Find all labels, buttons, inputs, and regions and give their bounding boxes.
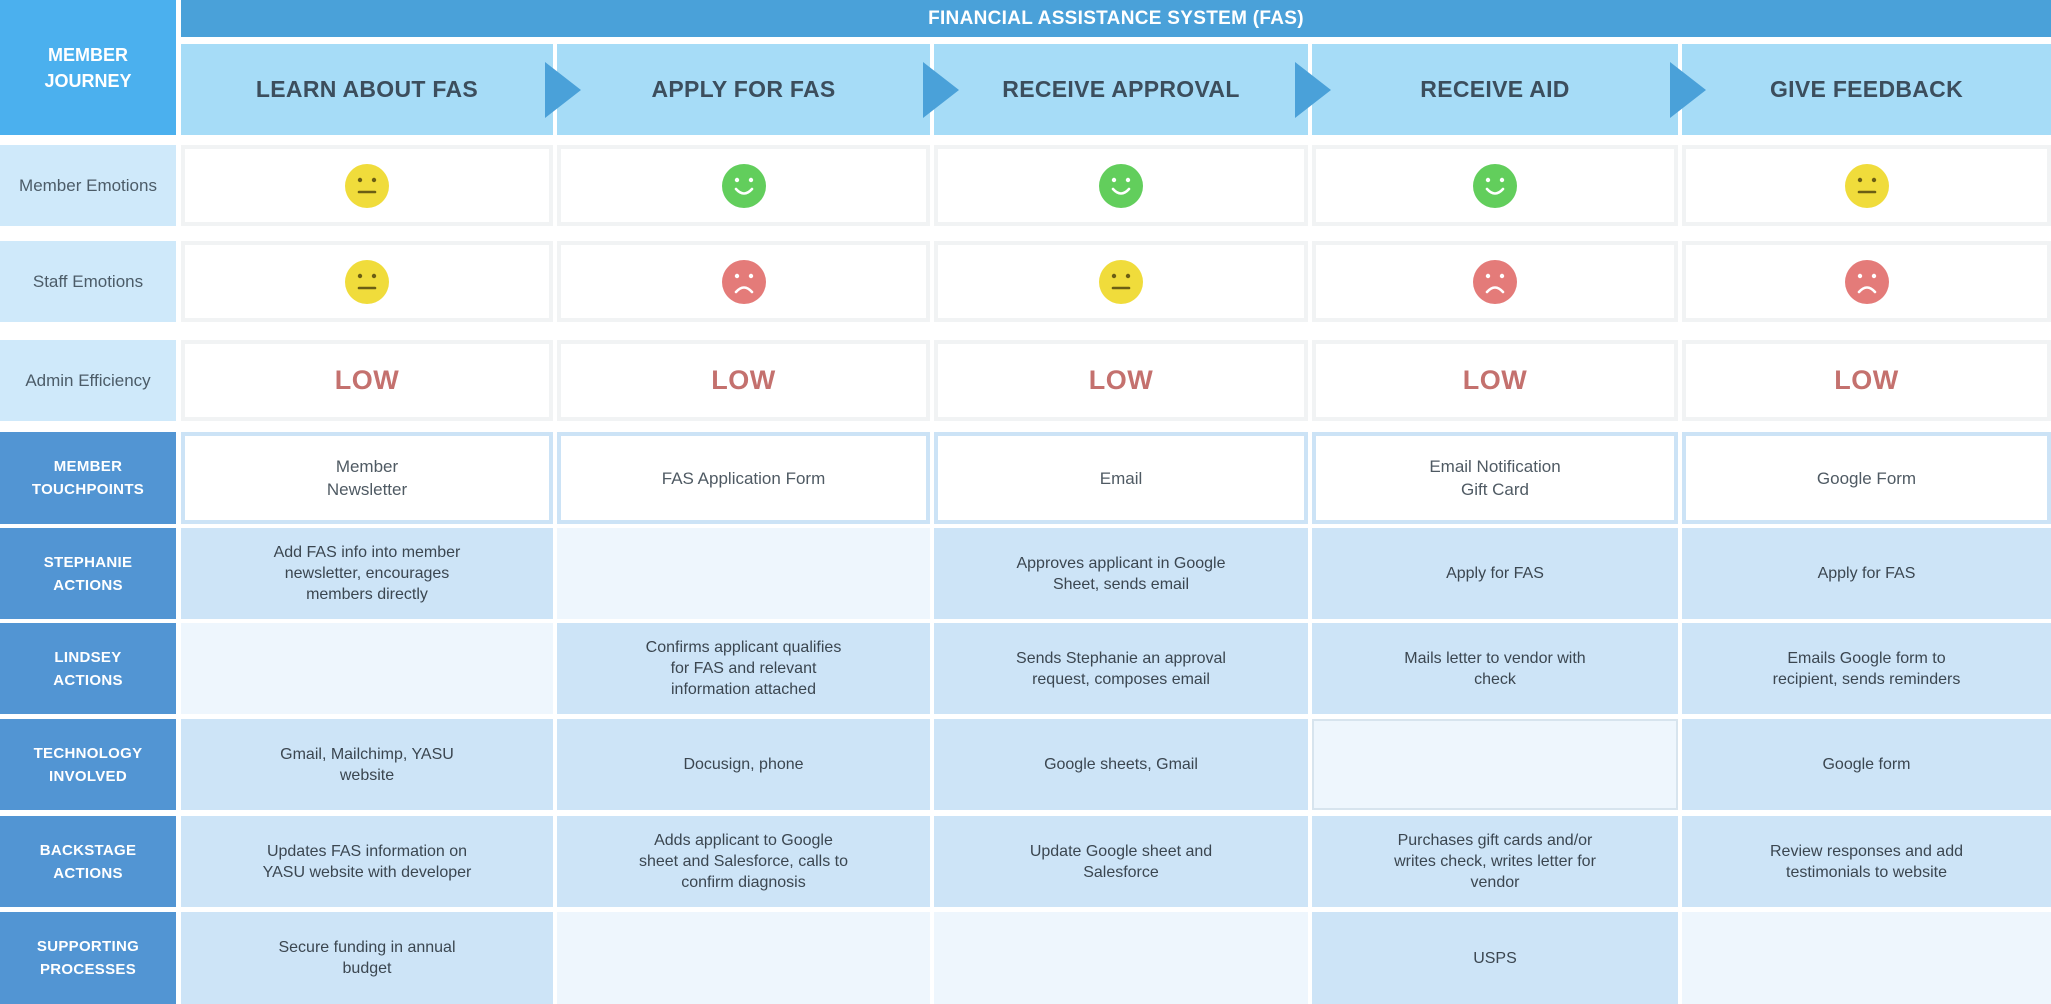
emotion-cell bbox=[181, 241, 553, 322]
touchpoint-cell: Google Form bbox=[1682, 432, 2051, 524]
action-cell bbox=[1312, 719, 1678, 810]
action-cell: Adds applicant to Google sheet and Salesf… bbox=[557, 816, 930, 907]
action-cell: Review responses and add testimonials to … bbox=[1682, 816, 2051, 907]
stage-header: GIVE FEEDBACK bbox=[1682, 44, 2051, 135]
action-cell bbox=[181, 623, 553, 714]
action-cell: Sends Stephanie an approval request, comp… bbox=[934, 623, 1308, 714]
action-cell: Apply for FAS bbox=[1312, 528, 1678, 619]
stage-arrow-icon bbox=[545, 62, 581, 118]
stage-header: RECEIVE AID bbox=[1312, 44, 1678, 135]
neutral-face-icon bbox=[1844, 163, 1889, 208]
row-label-technology-involved: TECHNOLOGY INVOLVED bbox=[0, 719, 176, 810]
emotion-cell bbox=[934, 145, 1308, 226]
stage-header: APPLY FOR FAS bbox=[557, 44, 930, 135]
emotion-cell bbox=[557, 241, 930, 322]
action-cell bbox=[557, 528, 930, 619]
neutral-face-icon bbox=[345, 163, 389, 208]
happy-face-icon bbox=[1473, 163, 1517, 208]
stage-header: RECEIVE APPROVAL bbox=[934, 44, 1308, 135]
touchpoint-cell: Email bbox=[934, 432, 1308, 524]
action-cell: Mails letter to vendor with check bbox=[1312, 623, 1678, 714]
action-cell: Add FAS info into member newsletter, enco… bbox=[181, 528, 553, 619]
neutral-face-icon bbox=[345, 259, 389, 304]
row-label-staff-emotions: Staff Emotions bbox=[0, 241, 176, 322]
action-cell: Purchases gift cards and/or writes check,… bbox=[1312, 816, 1678, 907]
touchpoint-cell: FAS Application Form bbox=[557, 432, 930, 524]
stage-arrow-icon bbox=[1670, 62, 1706, 118]
action-cell bbox=[557, 912, 930, 1004]
row-label-backstage-actions: BACKSTAGE ACTIONS bbox=[0, 816, 176, 907]
row-label-lindsey-actions: LINDSEY ACTIONS bbox=[0, 623, 176, 714]
emotion-cell bbox=[934, 241, 1308, 322]
sad-face-icon bbox=[721, 259, 766, 304]
action-cell: Google form bbox=[1682, 719, 2051, 810]
efficiency-value: LOW bbox=[1312, 340, 1678, 421]
action-cell: Confirms applicant qualifies for FAS and … bbox=[557, 623, 930, 714]
emotion-cell bbox=[181, 145, 553, 226]
action-cell: Update Google sheet and Salesforce bbox=[934, 816, 1308, 907]
action-cell: Emails Google form to recipient, sends re… bbox=[1682, 623, 2051, 714]
efficiency-value: LOW bbox=[557, 340, 930, 421]
action-cell bbox=[934, 912, 1308, 1004]
action-cell: Docusign, phone bbox=[557, 719, 930, 810]
sad-face-icon bbox=[1473, 259, 1517, 304]
row-label-member-emotions: Member Emotions bbox=[0, 145, 176, 226]
stage-header: LEARN ABOUT FAS bbox=[181, 44, 553, 135]
action-cell bbox=[1682, 912, 2051, 1004]
member-journey-label: MEMBER JOURNEY bbox=[0, 0, 176, 135]
action-cell: Google sheets, Gmail bbox=[934, 719, 1308, 810]
action-cell: Apply for FAS bbox=[1682, 528, 2051, 619]
efficiency-value: LOW bbox=[1682, 340, 2051, 421]
sad-face-icon bbox=[1844, 259, 1889, 304]
action-cell: Gmail, Mailchimp, YASU website bbox=[181, 719, 553, 810]
action-cell: Updates FAS information on YASU website w… bbox=[181, 816, 553, 907]
row-label-member-touchpoints: MEMBER TOUCHPOINTS bbox=[0, 432, 176, 524]
touchpoint-cell: Email Notification Gift Card bbox=[1312, 432, 1678, 524]
action-cell: Approves applicant in Google Sheet, sends… bbox=[934, 528, 1308, 619]
stage-arrow-icon bbox=[923, 62, 959, 118]
efficiency-value: LOW bbox=[181, 340, 553, 421]
happy-face-icon bbox=[721, 163, 766, 208]
emotion-cell bbox=[1682, 241, 2051, 322]
neutral-face-icon bbox=[1099, 259, 1143, 304]
happy-face-icon bbox=[1099, 163, 1143, 208]
stage-arrow-icon bbox=[1295, 62, 1331, 118]
emotion-cell bbox=[557, 145, 930, 226]
page-title: FINANCIAL ASSISTANCE SYSTEM (FAS) bbox=[181, 0, 2051, 37]
emotion-cell bbox=[1312, 145, 1678, 226]
action-cell: Secure funding in annual budget bbox=[181, 912, 553, 1004]
touchpoint-cell: Member Newsletter bbox=[181, 432, 553, 524]
emotion-cell bbox=[1682, 145, 2051, 226]
action-cell: USPS bbox=[1312, 912, 1678, 1004]
row-label-stephanie-actions: STEPHANIE ACTIONS bbox=[0, 528, 176, 619]
row-label-supporting-processes: SUPPORTING PROCESSES bbox=[0, 912, 176, 1004]
efficiency-value: LOW bbox=[934, 340, 1308, 421]
row-label-admin-efficiency: Admin Efficiency bbox=[0, 340, 176, 421]
emotion-cell bbox=[1312, 241, 1678, 322]
